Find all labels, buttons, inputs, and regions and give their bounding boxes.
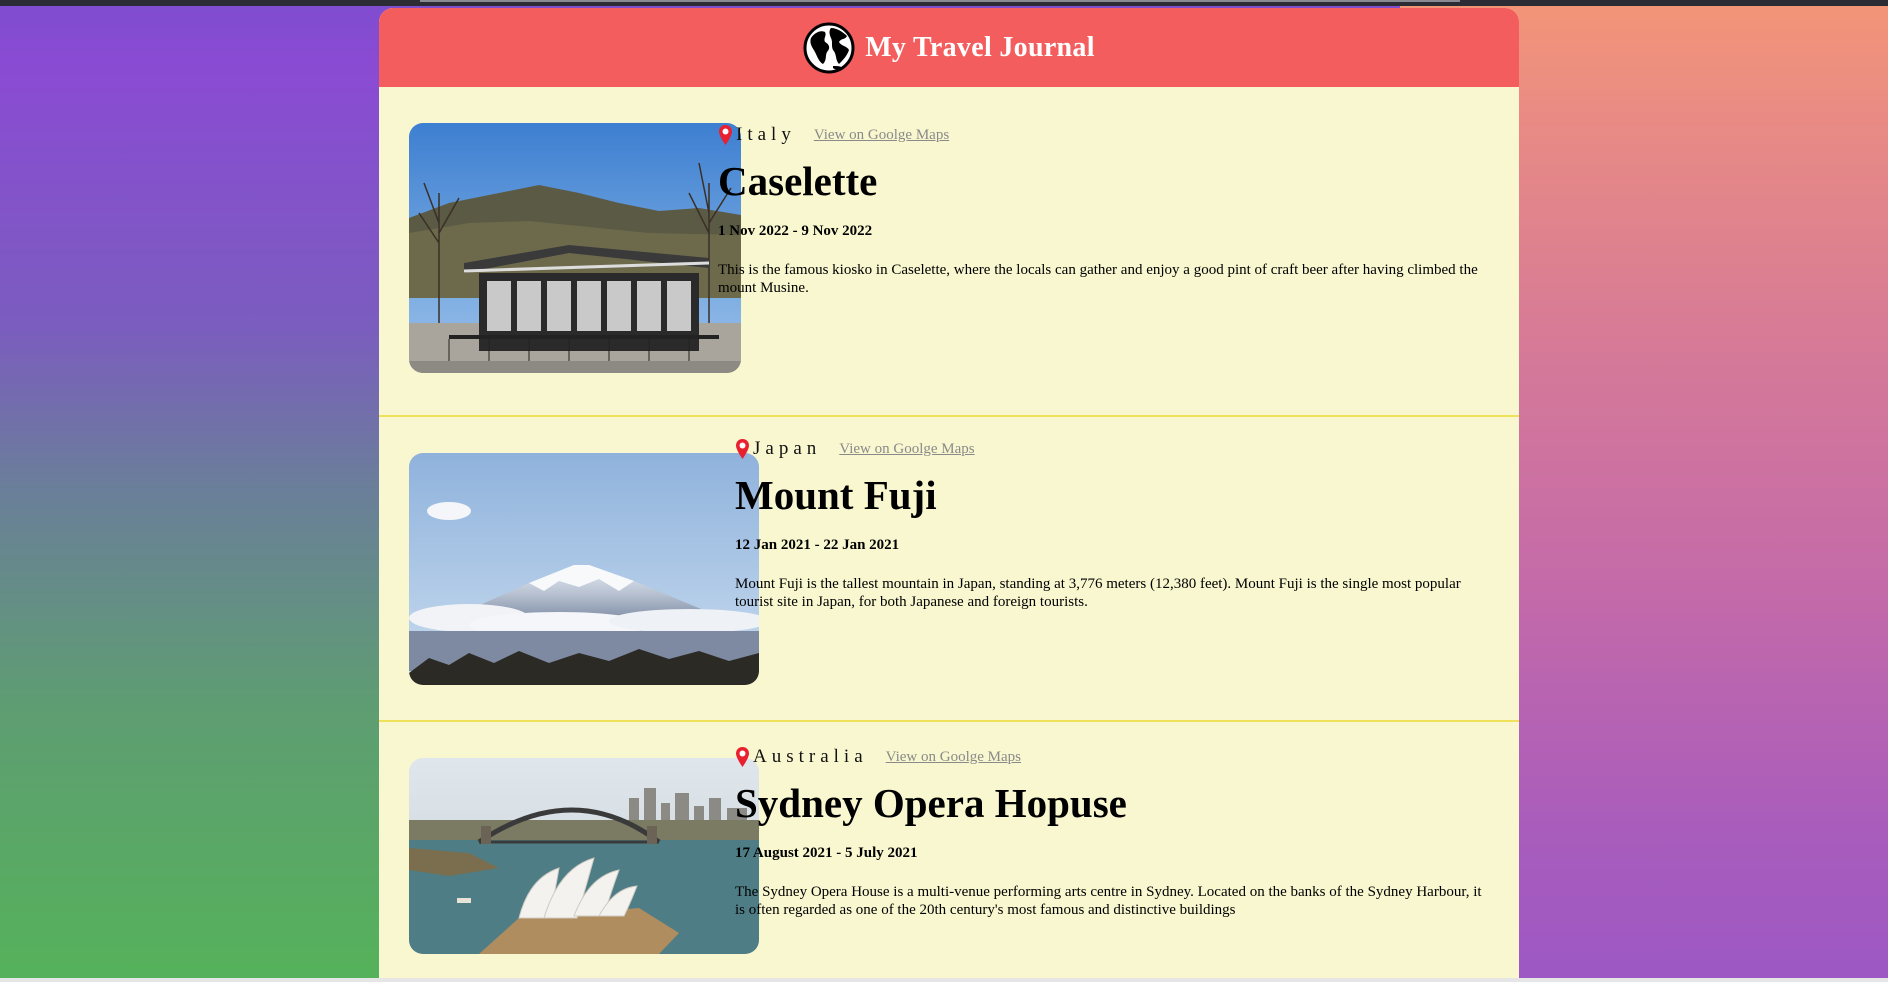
journal-entry: Australia View on Goolge Maps Sydney Ope… xyxy=(379,722,1519,982)
trip-dates: 1 Nov 2022 - 9 Nov 2022 xyxy=(718,223,873,239)
app-header: My Travel Journal xyxy=(379,8,1519,87)
page-bottom-edge xyxy=(0,978,1888,982)
entry-info: Italy View on Goolge Maps Caselette 1 No… xyxy=(718,123,1508,297)
trip-dates: 12 Jan 2021 - 22 Jan 2021 xyxy=(735,537,900,553)
entry-photo-caselette xyxy=(409,123,741,373)
journal-container: My Travel Journal Italy View on Goolge M… xyxy=(379,8,1519,982)
view-on-maps-link[interactable]: View on Goolge Maps xyxy=(814,127,949,144)
entry-description: The Sydney Opera House is a multi-venue … xyxy=(735,884,1482,918)
map-pin-icon xyxy=(736,439,749,459)
country-label: Australia xyxy=(753,746,868,767)
trip-dates: 17 August 2021 - 5 July 2021 xyxy=(735,845,918,861)
entry-info: Japan View on Goolge Maps Mount Fuji 12 … xyxy=(735,437,1495,611)
globe-icon xyxy=(803,22,855,73)
view-on-maps-link[interactable]: View on Goolge Maps xyxy=(839,441,974,458)
location-row: Australia View on Goolge Maps xyxy=(735,745,1495,769)
country-label: Japan xyxy=(753,438,822,459)
place-title: Caselette xyxy=(718,158,878,204)
map-pin-icon xyxy=(719,125,732,145)
location-row: Italy View on Goolge Maps xyxy=(718,123,1508,147)
journal-entry: Japan View on Goolge Maps Mount Fuji 12 … xyxy=(379,417,1519,722)
entry-description: This is the famous kiosko in Caselette, … xyxy=(718,262,1478,296)
place-title: Sydney Opera Hopuse xyxy=(735,780,1127,826)
browser-top-bar xyxy=(0,0,1888,6)
entry-description: Mount Fuji is the tallest mountain in Ja… xyxy=(735,576,1461,610)
place-title: Mount Fuji xyxy=(735,472,937,518)
app-title: My Travel Journal xyxy=(865,31,1095,63)
entry-photo-sydney-opera-house xyxy=(409,758,759,954)
view-on-maps-link[interactable]: View on Goolge Maps xyxy=(886,749,1021,766)
location-row: Japan View on Goolge Maps xyxy=(735,437,1495,461)
entry-info: Australia View on Goolge Maps Sydney Ope… xyxy=(735,745,1495,919)
entry-photo-mount-fuji xyxy=(409,453,759,685)
journal-entry: Italy View on Goolge Maps Caselette 1 No… xyxy=(379,87,1519,417)
country-label: Italy xyxy=(736,124,796,145)
background-left xyxy=(0,0,380,982)
map-pin-icon xyxy=(736,747,749,767)
